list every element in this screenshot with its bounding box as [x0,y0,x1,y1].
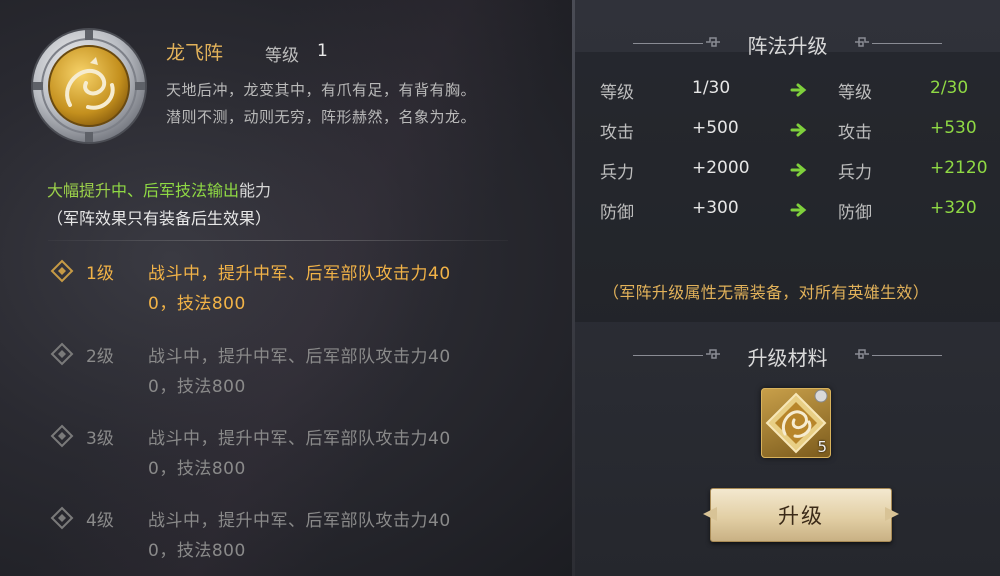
upgrade-header: 阵法升级 [575,30,1000,59]
tier-name: 1级 [86,264,114,284]
boost-summary: 大幅提升中、后军技法输出能力 [47,177,271,201]
upgrade-note: （军阵升级属性无需装备，对所有英雄生效） [603,283,930,302]
formation-name: 龙飞阵 [166,42,224,64]
stat-label-level: 等级 [600,83,634,103]
stat-label-troops: 兵力 [600,163,634,183]
arrow-right-icon [790,123,807,137]
level-value: 1 [317,41,328,61]
button-cap-left-icon [703,507,717,521]
stat-current-level: 1/30 [692,78,731,98]
stat-label-level-next: 等级 [838,83,872,103]
description-line-2: 潜则不测，动则无穷，阵形赫然，名象为龙。 [166,108,477,126]
material-count: 5 [817,438,827,456]
ornament-icon [855,349,869,359]
tier-effect: 战斗中，提升中军、后军部队攻击力40 0，技法800 [148,264,451,314]
button-cap-right-icon [885,507,899,521]
stat-label-troops-next: 兵力 [838,163,872,183]
tier-name: 3级 [86,429,114,449]
tier-effect: 战斗中，提升中军、后军部队攻击力40 0，技法800 [148,511,451,561]
dragon-emblem-icon [31,28,147,144]
stat-current-attack: +500 [692,118,739,138]
tier-name: 2级 [86,347,114,367]
tier-diamond-icon [50,424,74,448]
stat-next-attack: +530 [930,118,977,138]
tier-effect: 战斗中，提升中军、后军部队攻击力40 0，技法800 [148,429,451,479]
ornament-icon [706,37,720,47]
boost-prefix: 大幅提升 [47,181,112,200]
level-label: 等级 [265,46,299,66]
tier-name: 4级 [86,511,114,531]
section-rule [48,240,508,241]
stat-next-level: 2/30 [930,78,969,98]
boost-suffix: 能力 [239,181,272,200]
stat-current-defense: +300 [692,198,739,218]
ornament-icon [706,349,720,359]
stat-label-defense: 防御 [600,203,634,223]
stat-label-attack-next: 攻击 [838,123,872,143]
stat-next-defense: +320 [930,198,977,218]
boost-highlight: 中、后军技法输出 [111,181,240,200]
arrow-right-icon [790,83,807,97]
materials-header: 升级材料 [575,342,1000,371]
stat-label-defense-next: 防御 [838,203,872,223]
tier-diamond-icon [50,342,74,366]
arrow-right-icon [790,163,807,177]
upgrade-button-label: 升级 [778,504,824,528]
material-item[interactable]: 5 [761,388,831,458]
tier-diamond-icon [50,259,74,283]
upgrade-button[interactable]: 升级 [703,488,899,542]
ornament-icon [855,37,869,47]
tier-effect: 战斗中，提升中军、后军部队攻击力40 0，技法800 [148,347,451,397]
stat-next-troops: +2120 [930,158,988,178]
description-line-1: 天地后冲，龙变其中，有爪有足，有背有胸。 [166,81,477,99]
stat-label-attack: 攻击 [600,123,634,143]
stat-current-troops: +2000 [692,158,750,178]
tier-diamond-icon [50,506,74,530]
equip-note: （军阵效果只有装备后生效果） [47,209,272,228]
arrow-right-icon [790,203,807,217]
